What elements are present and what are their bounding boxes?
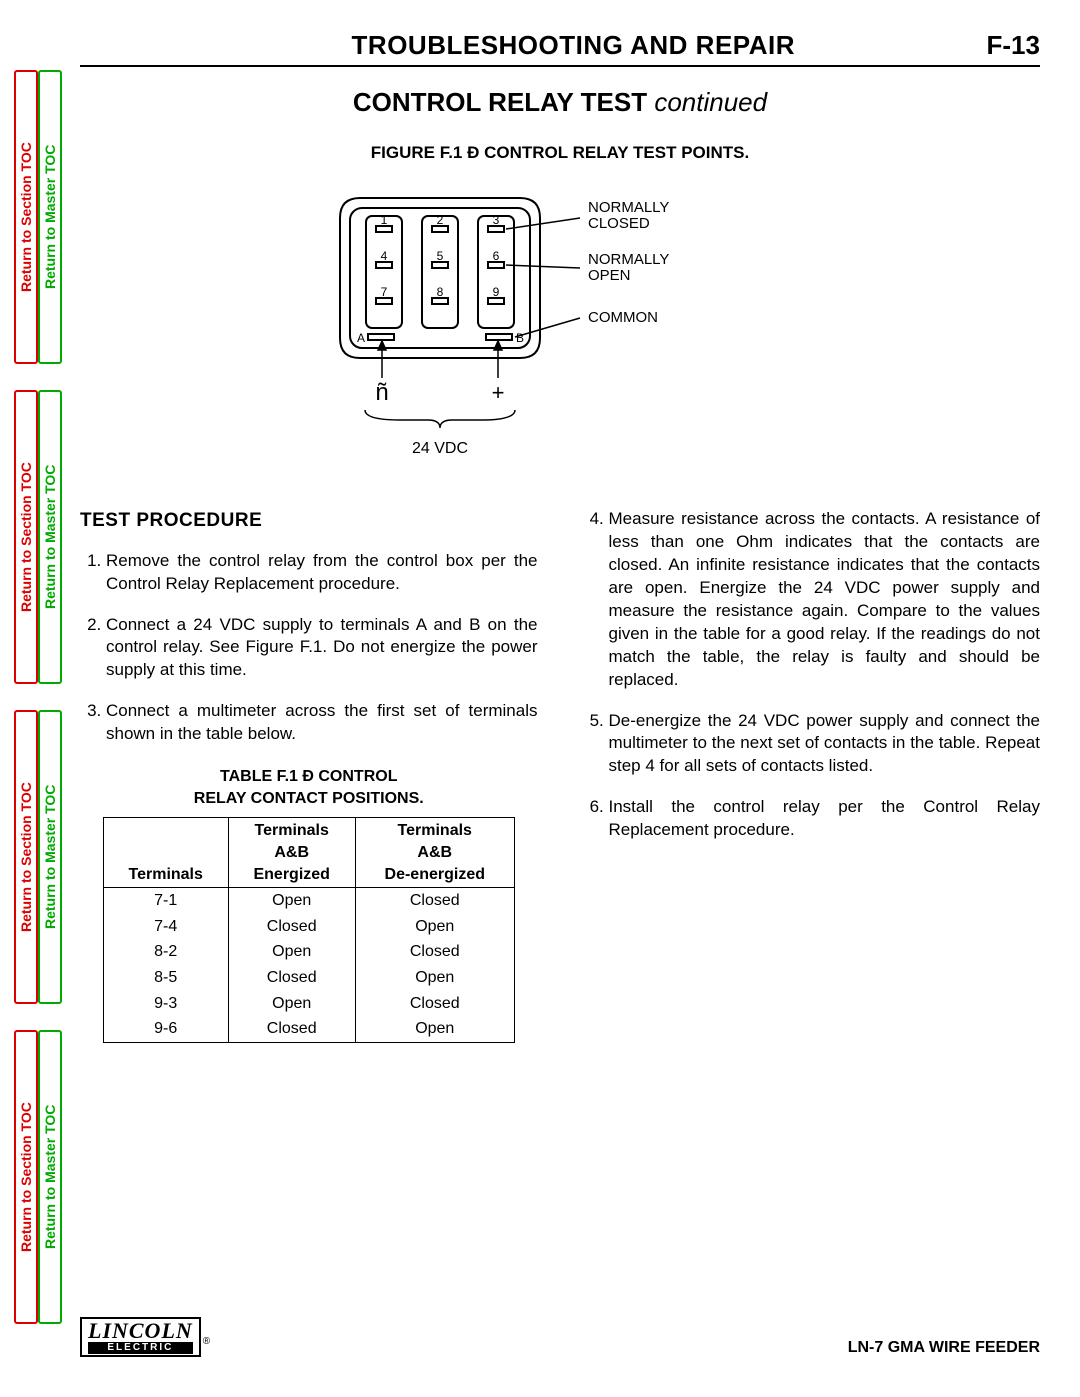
footer-model: LN-7 GMA WIRE FEEDER xyxy=(848,1339,1040,1357)
procedure-step: Connect a 24 VDC supply to terminals A a… xyxy=(106,614,538,683)
subtitle-continued: continued xyxy=(654,87,767,117)
relay-contact-table: Terminals TerminalsA&BEnergized Terminal… xyxy=(103,817,515,1042)
table-header: TerminalsA&BEnergized xyxy=(228,818,355,888)
plus-label: + xyxy=(492,380,505,405)
master-toc-link-4[interactable]: Return to Master TOC xyxy=(38,70,62,364)
table-row: 7-1OpenClosed xyxy=(103,888,514,914)
figure-caption: FIGURE F.1 Ð CONTROL RELAY TEST POINTS. xyxy=(80,143,1040,163)
sidebar-tabs: Return to Section TOC Return to Master T… xyxy=(14,40,56,1357)
procedure-step: Install the control relay per the Contro… xyxy=(609,796,1041,842)
procedure-step: Measure resistance across the contacts. … xyxy=(609,508,1041,692)
table-caption: TABLE F.1 Ð CONTROL RELAY CONTACT POSITI… xyxy=(80,766,538,809)
terminal-b-label: B xyxy=(516,331,524,345)
vdc-label: 24 VDC xyxy=(412,440,468,457)
procedure-list-right: Measure resistance across the contacts. … xyxy=(583,508,1041,842)
table-row: 9-6ClosedOpen xyxy=(103,1016,514,1042)
section-subtitle: CONTROL RELAY TEST continued xyxy=(80,87,1040,118)
table-header: TerminalsA&BDe-energized xyxy=(355,818,514,888)
common-label: COMMON xyxy=(588,309,658,326)
terminal-a-label: A xyxy=(357,331,365,345)
procedure-step: Remove the control relay from the contro… xyxy=(106,550,538,596)
relay-diagram: 1 2 3 4 5 6 7 8 9 A B NORMALLYCLOSED NOR… xyxy=(80,178,1040,478)
table-row: 9-3OpenClosed xyxy=(103,991,514,1017)
master-toc-link-2[interactable]: Return to Master TOC xyxy=(38,710,62,1004)
table-header: Terminals xyxy=(103,818,228,888)
page-content: TROUBLESHOOTING AND REPAIR F-13 CONTROL … xyxy=(80,0,1040,1043)
header-title: TROUBLESHOOTING AND REPAIR xyxy=(352,30,795,61)
body-columns: TEST PROCEDURE Remove the control relay … xyxy=(80,508,1040,1043)
pin-label: 7 xyxy=(381,285,388,299)
table-body: 7-1OpenClosed 7-4ClosedOpen 8-2OpenClose… xyxy=(103,888,514,1043)
pin-label: 5 xyxy=(437,249,444,263)
page-header: TROUBLESHOOTING AND REPAIR F-13 xyxy=(80,30,1040,67)
section-toc-link-1[interactable]: Return to Section TOC xyxy=(14,1030,38,1324)
minus-label: ñ xyxy=(375,379,388,406)
right-column: Measure resistance across the contacts. … xyxy=(583,508,1041,1043)
section-toc-link-3[interactable]: Return to Section TOC xyxy=(14,390,38,684)
table-row: 8-5ClosedOpen xyxy=(103,965,514,991)
section-toc-link-4[interactable]: Return to Section TOC xyxy=(14,70,38,364)
master-toc-link-3[interactable]: Return to Master TOC xyxy=(38,390,62,684)
registered-mark: ® xyxy=(203,1336,210,1347)
pin-label: 9 xyxy=(493,285,500,299)
pin-label: 2 xyxy=(437,213,444,227)
table-row: 7-4ClosedOpen xyxy=(103,914,514,940)
logo-top-text: LINCOLN xyxy=(88,1318,193,1343)
procedure-list-left: Remove the control relay from the contro… xyxy=(80,550,538,747)
subtitle-main: CONTROL RELAY TEST xyxy=(353,87,647,117)
procedure-heading: TEST PROCEDURE xyxy=(80,508,538,534)
page-footer: LINCOLN ELECTRIC ® LN-7 GMA WIRE FEEDER xyxy=(80,1317,1040,1357)
left-column: TEST PROCEDURE Remove the control relay … xyxy=(80,508,538,1043)
normally-open-label: NORMALLYOPEN xyxy=(588,251,669,284)
table-row: 8-2OpenClosed xyxy=(103,939,514,965)
pin-label: 8 xyxy=(437,285,444,299)
pin-label: 1 xyxy=(381,213,388,227)
pin-label: 4 xyxy=(381,249,388,263)
section-toc-link-2[interactable]: Return to Section TOC xyxy=(14,710,38,1004)
page-number: F-13 xyxy=(987,30,1040,61)
procedure-step: Connect a multimeter across the first se… xyxy=(106,700,538,746)
master-toc-link-1[interactable]: Return to Master TOC xyxy=(38,1030,62,1324)
normally-closed-label: NORMALLYCLOSED xyxy=(588,199,669,232)
logo-bottom-text: ELECTRIC xyxy=(88,1342,193,1354)
lincoln-logo: LINCOLN ELECTRIC ® xyxy=(80,1317,210,1357)
pin-label: 3 xyxy=(493,213,500,227)
procedure-step: De-energize the 24 VDC power supply and … xyxy=(609,710,1041,779)
pin-label: 6 xyxy=(493,249,500,263)
